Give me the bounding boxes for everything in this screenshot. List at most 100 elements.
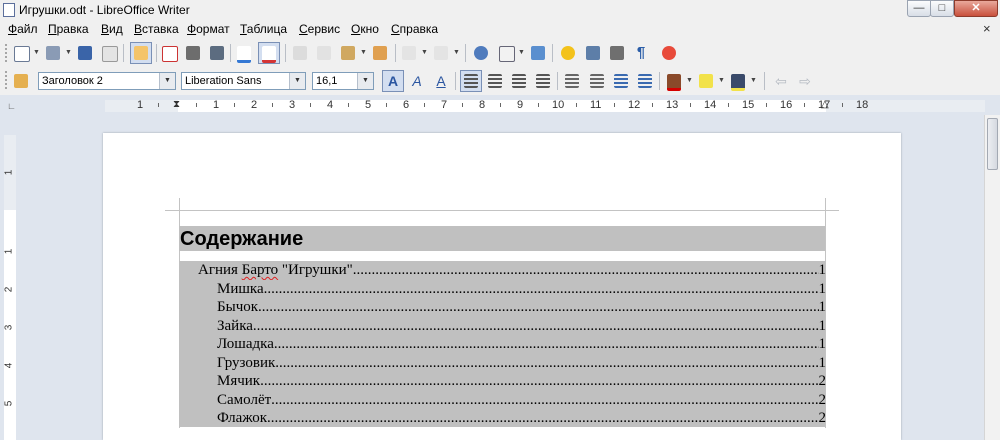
clone-formatting-icon[interactable] — [371, 44, 389, 62]
cut-icon[interactable] — [291, 44, 309, 62]
paragraph-style-select[interactable]: Заголовок 2 ▼ — [38, 72, 176, 90]
draw-functions-icon[interactable] — [529, 44, 547, 62]
maximize-button[interactable]: □ — [930, 0, 954, 17]
toc-entry[interactable]: Бычок...................................… — [217, 299, 826, 317]
writer-app-icon[interactable] — [3, 3, 15, 17]
toc-leader-dots: ........................................… — [275, 354, 819, 371]
dropdown-arrow-icon[interactable]: ▼ — [453, 49, 460, 56]
toc-entry[interactable]: Мячик...................................… — [217, 373, 826, 391]
decrease-indent-icon[interactable] — [612, 72, 630, 90]
menu-format[interactable]: Формат — [187, 22, 230, 36]
dropdown-arrow-icon[interactable]: ▼ — [750, 77, 757, 84]
nonprinting-chars-icon[interactable] — [608, 44, 626, 62]
toolbar-grip-icon[interactable] — [5, 44, 10, 62]
align-right-icon[interactable] — [510, 72, 528, 90]
toc-page-number: 1 — [818, 354, 827, 371]
toc-entry[interactable]: Зайка...................................… — [217, 318, 826, 336]
increase-indent-icon[interactable] — [636, 72, 654, 90]
ruler-tick — [272, 103, 273, 107]
undo-icon[interactable] — [400, 44, 418, 62]
toc-entry[interactable]: Грузовик................................… — [217, 355, 826, 373]
toolbar-grip-icon[interactable] — [5, 71, 10, 89]
menu-accel: О — [351, 22, 361, 36]
menu-window[interactable]: Окно — [351, 22, 379, 36]
font-color-icon[interactable] — [665, 72, 683, 91]
dropdown-arrow-icon[interactable]: ▼ — [360, 49, 367, 56]
close-document-button[interactable]: × — [983, 21, 991, 36]
print-icon[interactable] — [184, 44, 202, 62]
align-left-icon[interactable] — [460, 70, 482, 92]
email-icon[interactable] — [100, 44, 118, 62]
dropdown-arrow-icon[interactable]: ▼ — [718, 77, 725, 84]
paste-icon[interactable] — [339, 44, 357, 62]
spellcheck-icon[interactable] — [235, 44, 253, 63]
datasources-icon[interactable] — [584, 44, 602, 62]
close-window-button[interactable]: ✕ — [954, 0, 998, 17]
toc-entry[interactable]: Самолёт.................................… — [217, 392, 826, 410]
menu-table[interactable]: Таблица — [240, 22, 287, 36]
formatting-marks-icon[interactable]: ¶ — [632, 44, 650, 62]
toc-entry-title: Мишка — [217, 280, 264, 297]
tab-stop-selector-icon[interactable]: ∟ — [7, 101, 16, 111]
gallery-icon[interactable] — [559, 44, 577, 62]
navigator-icon[interactable] — [472, 44, 490, 62]
bold-icon[interactable]: A — [382, 70, 404, 92]
dropdown-arrow-icon[interactable]: ▼ — [33, 49, 40, 56]
open-icon[interactable] — [44, 44, 62, 62]
ruler-tick — [728, 103, 729, 107]
ruler-number: 2 — [251, 99, 258, 111]
toolbar-separator — [465, 44, 466, 62]
table-icon[interactable] — [497, 44, 515, 62]
styles-icon[interactable] — [12, 72, 30, 90]
font-size-select[interactable]: 16,1 ▼ — [312, 72, 374, 90]
copy-icon[interactable] — [315, 44, 333, 62]
menu-view[interactable]: Вид — [101, 22, 123, 36]
font-name-select[interactable]: Liberation Sans ▼ — [181, 72, 306, 90]
background-color-icon[interactable] — [729, 72, 747, 91]
autospellcheck-icon[interactable] — [258, 42, 280, 64]
navigate-back-icon[interactable]: ⇦ — [772, 72, 790, 90]
toc-heading[interactable]: Содержание — [180, 228, 303, 251]
toc-entry[interactable]: Агния Барто "Игрушки"...................… — [198, 262, 826, 280]
menu-tools[interactable]: Сервис — [299, 22, 340, 36]
paragraph-style-value: Заголовок 2 — [42, 75, 103, 87]
underline-icon[interactable]: A — [432, 72, 450, 90]
justify-icon[interactable] — [534, 72, 552, 90]
dropdown-arrow-icon[interactable]: ▼ — [686, 77, 693, 84]
dropdown-arrow-icon[interactable]: ▼ — [421, 49, 428, 56]
bullets-icon[interactable] — [588, 72, 606, 90]
ruler-tick — [196, 103, 197, 107]
edit-mode-icon[interactable] — [130, 42, 152, 64]
scrollbar-thumb[interactable] — [987, 118, 998, 170]
numbering-icon[interactable] — [563, 72, 581, 90]
menu-accel: Ф — [8, 22, 18, 36]
help-icon[interactable] — [660, 44, 678, 62]
toc-entry[interactable]: Мишка...................................… — [217, 281, 826, 299]
minimize-button[interactable]: — — [907, 0, 931, 17]
chevron-down-icon[interactable]: ▼ — [159, 73, 175, 89]
new-document-icon[interactable] — [12, 44, 30, 62]
navigate-forward-icon[interactable]: ⇨ — [796, 72, 814, 90]
toc-leader-dots: ........................................… — [352, 262, 819, 278]
toc-entry[interactable]: Флажок..................................… — [217, 410, 826, 428]
indent-marker-icon[interactable]: ⧗ — [173, 99, 180, 110]
redo-icon[interactable] — [432, 44, 450, 62]
chevron-down-icon[interactable]: ▼ — [357, 73, 373, 89]
menu-help[interactable]: Справка — [391, 22, 438, 36]
menu-insert[interactable]: Вставка — [134, 22, 179, 36]
menu-accel: С — [391, 22, 400, 36]
menu-edit[interactable]: Правка — [48, 22, 89, 36]
chevron-down-icon[interactable]: ▼ — [289, 73, 305, 89]
ruler-number: 8 — [479, 99, 486, 111]
align-center-icon[interactable] — [486, 72, 504, 90]
right-indent-marker-icon[interactable]: △ — [821, 99, 829, 110]
toc-entry[interactable]: Лошадка.................................… — [217, 336, 826, 354]
print-preview-icon[interactable] — [208, 44, 226, 62]
export-pdf-icon[interactable] — [160, 44, 178, 62]
dropdown-arrow-icon[interactable]: ▼ — [65, 49, 72, 56]
menu-file[interactable]: Файл — [8, 22, 38, 36]
save-icon[interactable] — [76, 44, 94, 62]
highlight-icon[interactable] — [697, 72, 715, 90]
dropdown-arrow-icon[interactable]: ▼ — [518, 49, 525, 56]
italic-icon[interactable]: A — [408, 72, 426, 90]
